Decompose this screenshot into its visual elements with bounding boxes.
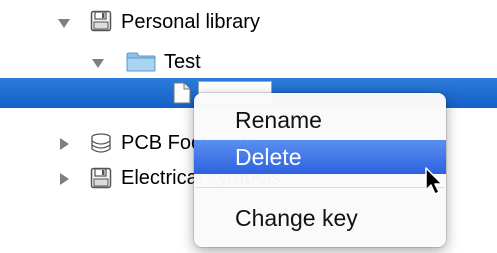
menu-separator [195, 187, 445, 188]
disclosure-triangle-collapsed-icon[interactable] [56, 136, 72, 152]
menu-item-rename[interactable]: Rename [194, 103, 446, 137]
tree-row-personal-library[interactable]: Personal library [0, 2, 497, 42]
disclosure-triangle-collapsed-icon[interactable] [56, 171, 72, 187]
context-menu: Rename Delete Change key [194, 93, 446, 247]
disclosure-triangle-expanded-icon[interactable] [56, 15, 72, 31]
document-icon [173, 82, 191, 104]
database-icon [90, 132, 112, 154]
tree-item-label: Test [164, 51, 201, 73]
floppy-disk-icon [90, 167, 112, 189]
tree-row-test[interactable]: Test [0, 42, 497, 82]
disclosure-triangle-expanded-icon[interactable] [90, 55, 106, 71]
menu-item-change-key[interactable]: Change key [194, 201, 446, 235]
folder-icon [126, 52, 156, 72]
tree-item-label: Personal library [121, 11, 260, 33]
menu-item-delete[interactable]: Delete [194, 140, 446, 174]
mouse-pointer-icon [425, 167, 445, 202]
floppy-disk-icon [90, 10, 112, 32]
